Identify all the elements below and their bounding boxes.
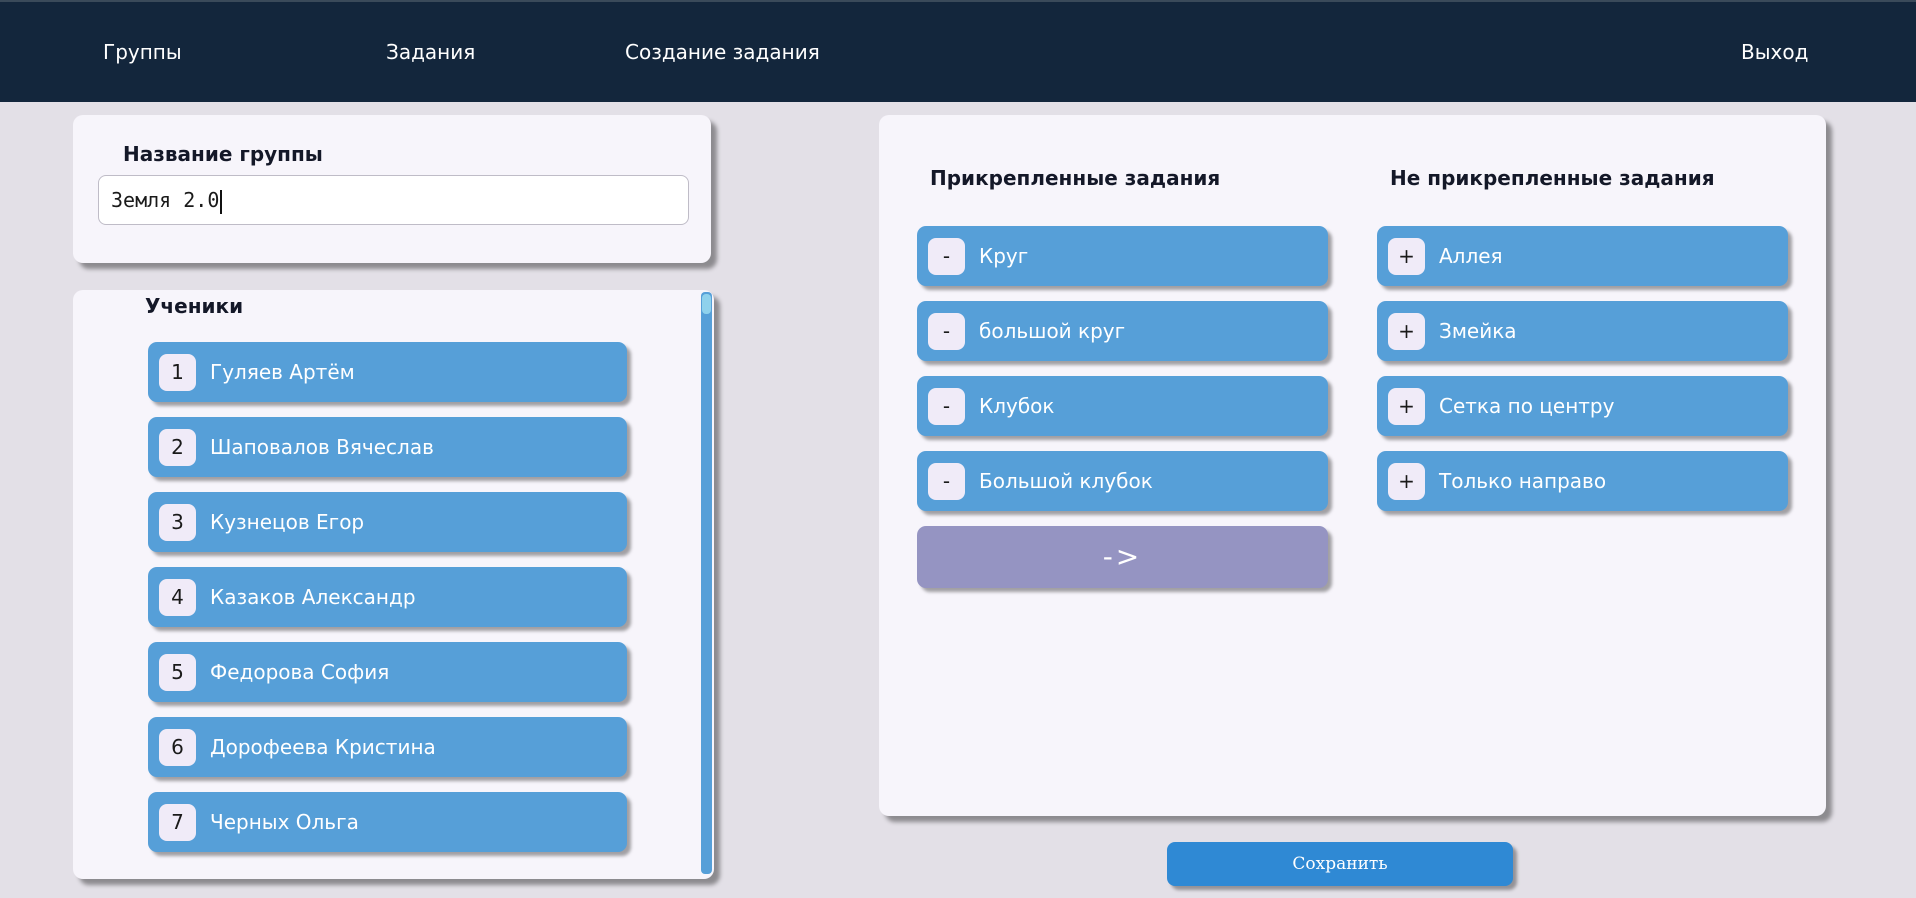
pill-label: Гуляев Артём xyxy=(210,360,355,384)
group-name-card: Название группы Земля 2.0 xyxy=(73,115,711,263)
student-list-item[interactable]: 5 Федорова София xyxy=(148,642,627,702)
remove-task-button[interactable]: - xyxy=(928,238,965,275)
pill-label: Шаповалов Вячеслав xyxy=(210,435,434,459)
student-number-badge: 1 xyxy=(159,354,196,391)
nav-create-task-link[interactable]: Создание задания xyxy=(625,40,820,64)
pill-label: Казаков Александр xyxy=(210,585,416,609)
add-task-button[interactable]: + xyxy=(1388,463,1425,500)
nav-tasks-link[interactable]: Задания xyxy=(386,40,475,64)
pill-label: Змейка xyxy=(1439,319,1517,343)
student-number-badge: 2 xyxy=(159,429,196,466)
nav-groups-link[interactable]: Группы xyxy=(103,40,182,64)
nav-logout-link[interactable]: Выход xyxy=(1741,40,1808,64)
pill-label: Дорофеева Кристина xyxy=(210,735,436,759)
save-button[interactable]: Сохранить xyxy=(1167,842,1513,886)
tasks-card: Прикрепленные задания Не прикрепленные з… xyxy=(879,115,1826,816)
student-number-badge: 7 xyxy=(159,804,196,841)
unattached-tasks-title: Не прикрепленные задания xyxy=(1390,166,1715,190)
pill-label: Большой клубок xyxy=(979,469,1153,493)
student-number-badge: 4 xyxy=(159,579,196,616)
pill-label: Сетка по центру xyxy=(1439,394,1615,418)
group-name-input[interactable]: Земля 2.0 xyxy=(98,175,689,225)
student-number-badge: 6 xyxy=(159,729,196,766)
pill-label: Федорова София xyxy=(210,660,390,684)
pill-label: Аллея xyxy=(1439,244,1503,268)
attached-task-item[interactable]: - большой круг xyxy=(917,301,1328,361)
unattached-task-item[interactable]: + Змейка xyxy=(1377,301,1788,361)
top-nav-bar: Группы Задания Создание задания Выход xyxy=(0,0,1916,102)
scrollbar-thumb[interactable] xyxy=(702,294,711,314)
pill-label: большой круг xyxy=(979,319,1126,343)
student-number-badge: 5 xyxy=(159,654,196,691)
unattached-task-item[interactable]: + Аллея xyxy=(1377,226,1788,286)
students-title: Ученики xyxy=(145,294,244,318)
add-task-button[interactable]: + xyxy=(1388,238,1425,275)
remove-task-button[interactable]: - xyxy=(928,388,965,425)
pill-label: Только направо xyxy=(1439,469,1607,493)
add-task-button[interactable]: + xyxy=(1388,388,1425,425)
add-task-button[interactable]: + xyxy=(1388,313,1425,350)
student-list-item[interactable]: 6 Дорофеева Кристина xyxy=(148,717,627,777)
pill-label: Клубок xyxy=(979,394,1055,418)
attached-task-item[interactable]: - Большой клубок xyxy=(917,451,1328,511)
group-name-value: Земля 2.0 xyxy=(111,188,220,212)
remove-task-button[interactable]: - xyxy=(928,313,965,350)
student-list-item[interactable]: 7 Черных Ольга xyxy=(148,792,627,852)
student-list-item[interactable]: 3 Кузнецов Егор xyxy=(148,492,627,552)
students-scrollbar[interactable] xyxy=(701,292,712,874)
group-name-title: Название группы xyxy=(123,142,323,166)
students-card: Ученики 1 Гуляев Артём 2 Шаповалов Вячеслав… xyxy=(73,290,714,879)
pill-label: Круг xyxy=(979,244,1029,268)
text-caret xyxy=(220,189,223,214)
remove-task-button[interactable]: - xyxy=(928,463,965,500)
attached-task-item[interactable]: - Круг xyxy=(917,226,1328,286)
student-list-item[interactable]: 4 Казаков Александр xyxy=(148,567,627,627)
unattached-task-item[interactable]: + Сетка по центру xyxy=(1377,376,1788,436)
pill-label: Черных Ольга xyxy=(210,810,359,834)
pill-label: Кузнецов Егор xyxy=(210,510,365,534)
move-tasks-button[interactable]: -> xyxy=(917,526,1328,588)
student-number-badge: 3 xyxy=(159,504,196,541)
attached-task-item[interactable]: - Клубок xyxy=(917,376,1328,436)
student-list-item[interactable]: 1 Гуляев Артём xyxy=(148,342,627,402)
attached-tasks-title: Прикрепленные задания xyxy=(930,166,1221,190)
unattached-task-item[interactable]: + Только направо xyxy=(1377,451,1788,511)
student-list-item[interactable]: 2 Шаповалов Вячеслав xyxy=(148,417,627,477)
